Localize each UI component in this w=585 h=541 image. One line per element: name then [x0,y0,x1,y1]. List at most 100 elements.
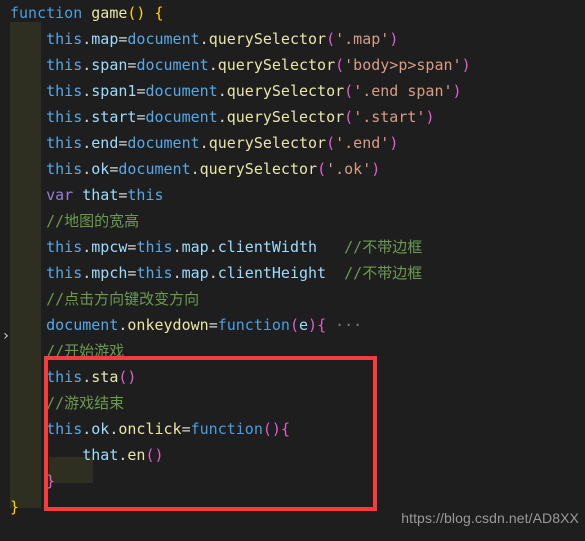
code-line[interactable]: this.span=document.querySelector('body>p… [0,52,585,78]
code-line[interactable]: //地图的宽高 [0,208,585,234]
code-token: ) [425,108,435,126]
code-token: this [46,264,83,282]
code-token: this [46,108,83,126]
code-token: ( [335,56,345,74]
code-token: en [127,446,146,464]
code-token: } [10,498,20,516]
code-token: . [82,160,92,178]
code-token: this [46,56,83,74]
code-token: this [46,368,83,386]
code-token: . [172,238,182,256]
watermark-text: https://blog.csdn.net/AD8XX [401,510,579,526]
code-token: '.end span' [353,82,453,100]
code-token: function [217,316,290,334]
code-token: querySelector [226,82,345,100]
code-token: //不带边框 [344,238,423,256]
code-editor[interactable]: › function game() { this.map=document.qu… [0,0,585,541]
code-token: = [181,420,191,438]
code-line[interactable]: //开始游戏 [0,338,585,364]
code-token: . [172,264,182,282]
code-line[interactable]: function game() { [0,0,585,26]
code-line[interactable]: //点击方向键改变方向 [0,286,585,312]
code-token: //点击方向键改变方向 [46,290,200,308]
code-token: . [199,30,209,48]
code-token: . [199,134,209,152]
code-token: . [82,56,92,74]
code-token: ( [344,108,354,126]
code-token: clientHeight [217,264,327,282]
code-token: function [10,4,83,22]
code-token: ok [91,420,110,438]
code-token: ··· [335,316,363,334]
code-token: e [299,316,309,334]
code-token: . [217,108,227,126]
code-token: that [82,186,119,204]
code-line[interactable]: this.span1=document.querySelector('.end … [0,78,585,104]
code-line[interactable]: this.ok=document.querySelector('.ok') [0,156,585,182]
code-line[interactable]: document.onkeydown=function(e){ ··· [0,312,585,338]
code-token: . [82,420,92,438]
code-token: '.map' [335,30,390,48]
code-token: querySelector [199,160,318,178]
code-token: . [82,238,92,256]
code-line[interactable]: this.sta() [0,364,585,390]
code-token: this [136,264,173,282]
code-line[interactable]: this.end=document.querySelector('.end') [0,130,585,156]
code-token: . [82,264,92,282]
code-token: ( [262,420,272,438]
code-token: { [154,4,164,22]
code-token: () [127,4,146,22]
code-token: () [118,368,137,386]
code-token: start [91,108,137,126]
code-token: end [91,134,119,152]
code-token: . [208,264,218,282]
code-token: this [46,238,83,256]
code-token: . [82,368,92,386]
code-line[interactable]: this.mpcw=this.map.clientWidth //不带边框 [0,234,585,260]
code-line[interactable]: that.en() [0,442,585,468]
code-token: . [82,82,92,100]
code-token: . [190,160,200,178]
code-token: = [208,316,218,334]
code-token: ) [389,134,399,152]
code-line[interactable]: this.map=document.querySelector('.map') [0,26,585,52]
code-token: ) [389,30,399,48]
code-line[interactable]: this.mpch=this.map.clientHeight //不带边框 [0,260,585,286]
code-line[interactable]: //游戏结束 [0,390,585,416]
code-token: onclick [118,420,182,438]
code-token: ) [371,160,381,178]
code-token: span1 [91,82,137,100]
code-token: this [127,186,164,204]
code-line[interactable]: } [0,468,585,494]
code-token: document [145,82,218,100]
code-token: ( [326,134,336,152]
code-token: '.end' [335,134,390,152]
code-token: this [136,238,173,256]
code-token: () [145,446,164,464]
code-token: mpcw [91,238,128,256]
code-line[interactable]: this.ok.onclick=function(){ [0,416,585,442]
code-token: mpch [91,264,128,282]
code-token: } [46,472,56,490]
code-token: //地图的宽高 [46,212,140,230]
code-token: this [46,160,83,178]
code-content[interactable]: function game() { this.map=document.quer… [0,0,585,520]
code-token: //游戏结束 [46,394,125,412]
code-token: clientWidth [217,238,318,256]
code-token: . [208,56,218,74]
code-line[interactable]: this.start=document.querySelector('.star… [0,104,585,130]
code-token: ) [308,316,318,334]
code-token: . [82,134,92,152]
code-line[interactable]: var that=this [0,182,585,208]
